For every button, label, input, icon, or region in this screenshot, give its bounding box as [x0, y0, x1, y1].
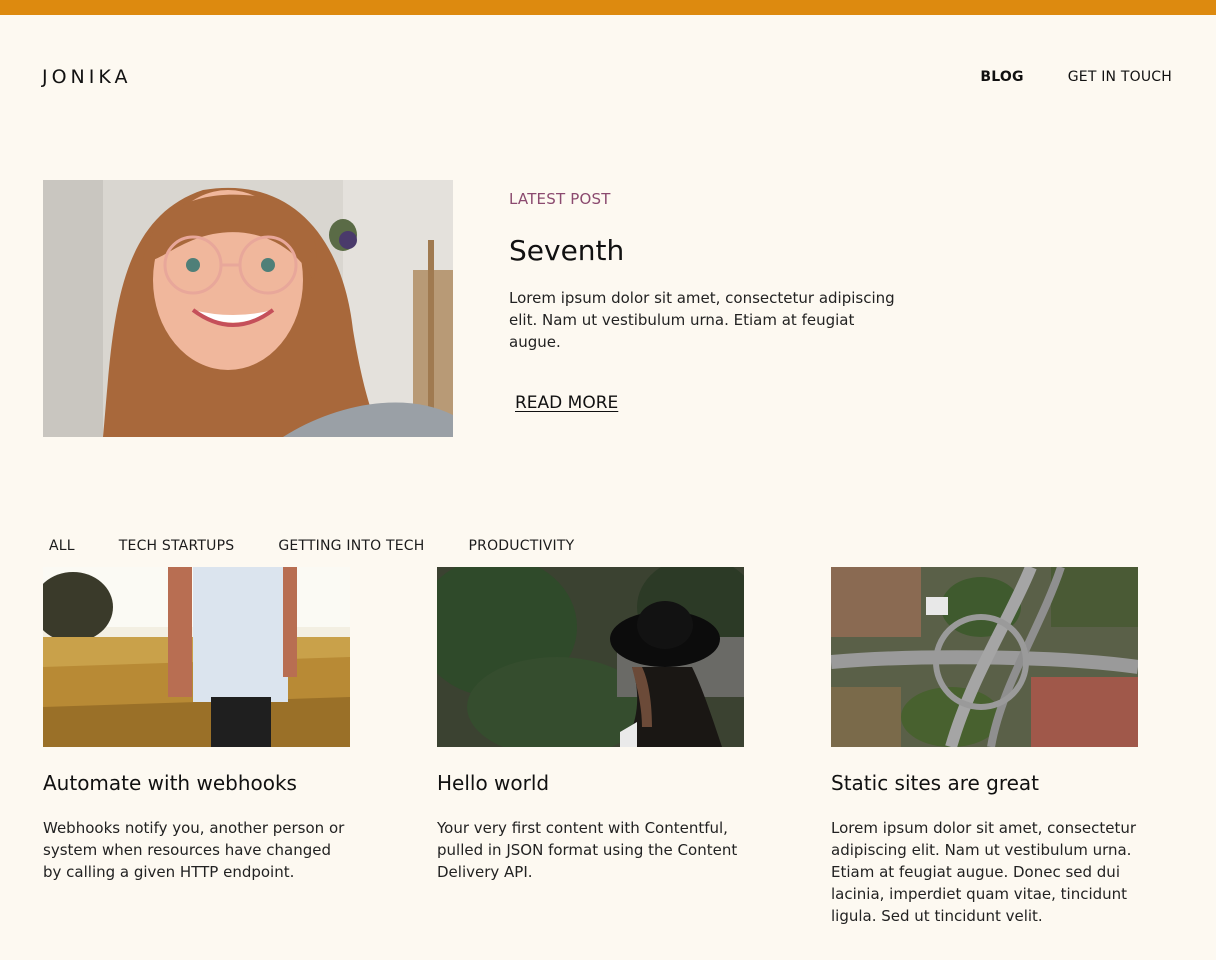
hero-post-excerpt: Lorem ipsum dolor sit amet, consectetur … [509, 289, 895, 351]
hero-post-title[interactable]: Seventh [509, 234, 899, 267]
post-excerpt: Lorem ipsum dolor sit amet, consectetur … [831, 819, 1137, 925]
post-card[interactable]: Automate with webhooks Webhooks notify y… [43, 567, 350, 883]
post-excerpt: Your very first content with Contentful,… [437, 819, 738, 881]
filter-tech-startups[interactable]: TECH STARTUPS [119, 538, 235, 554]
main-nav: BLOG GET IN TOUCH [980, 69, 1172, 85]
post-excerpt: Webhooks notify you, another person or s… [43, 819, 345, 881]
post-card[interactable]: Static sites are great Lorem ipsum dolor… [831, 567, 1138, 927]
read-more-link[interactable]: READ MORE [515, 393, 618, 413]
filter-getting-into-tech[interactable]: GETTING INTO TECH [278, 538, 424, 554]
post-thumbnail[interactable] [43, 567, 350, 747]
site-logo[interactable]: JONIKA [42, 66, 132, 88]
post-title[interactable]: Automate with webhooks [43, 771, 350, 795]
filter-productivity[interactable]: PRODUCTIVITY [469, 538, 575, 554]
nav-contact-link[interactable]: GET IN TOUCH [1068, 69, 1172, 85]
post-title[interactable]: Hello world [437, 771, 744, 795]
post-title[interactable]: Static sites are great [831, 771, 1138, 795]
filter-all[interactable]: ALL [49, 538, 75, 554]
hero-post: LATEST POST Seventh Lorem ipsum dolor si… [509, 190, 899, 413]
post-thumbnail[interactable] [437, 567, 744, 747]
accent-bar [0, 0, 1216, 15]
nav-blog-link[interactable]: BLOG [980, 69, 1023, 85]
hat-woman-photo [437, 567, 744, 747]
aerial-highway-photo [831, 567, 1138, 747]
post-thumbnail[interactable] [831, 567, 1138, 747]
category-filters: ALL TECH STARTUPS GETTING INTO TECH PROD… [49, 538, 574, 554]
post-card[interactable]: Hello world Your very first content with… [437, 567, 744, 883]
hero-post-image[interactable] [43, 180, 453, 437]
field-photo [43, 567, 350, 747]
hero-portrait-photo [43, 180, 453, 437]
latest-post-label: LATEST POST [509, 190, 611, 208]
